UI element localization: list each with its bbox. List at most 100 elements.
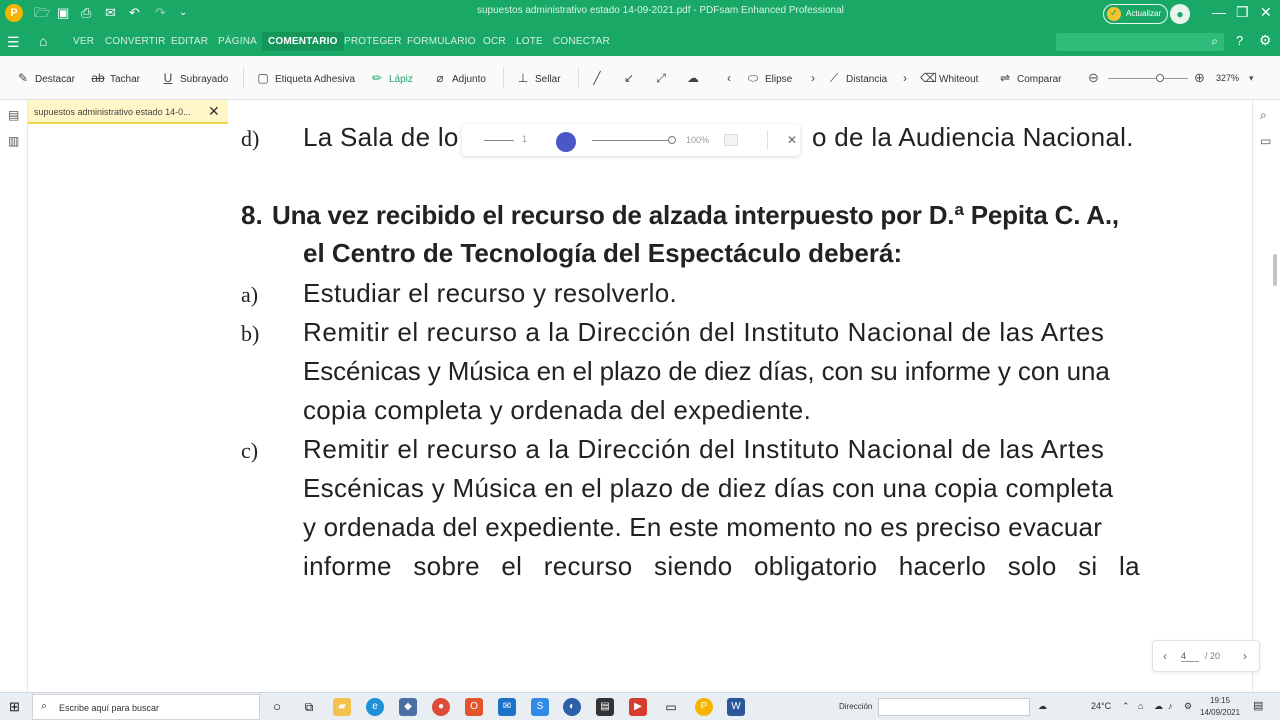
user-avatar-icon[interactable]: ● xyxy=(1170,4,1190,24)
screen-icon[interactable]: ▭ xyxy=(662,698,680,716)
stamp-tool[interactable]: ⊥ Sellar xyxy=(516,71,561,85)
office-icon[interactable]: O xyxy=(465,698,483,716)
cortana-icon[interactable]: ○ xyxy=(268,698,286,716)
address-input[interactable] xyxy=(878,698,1030,716)
menu-ocr[interactable]: OCR xyxy=(483,36,506,47)
temperature[interactable]: 24°C xyxy=(1091,701,1111,711)
document-tab[interactable]: supuestos administrativo estado 14-0... … xyxy=(28,100,228,124)
word-icon[interactable]: W xyxy=(727,698,745,716)
cloud-sync-icon[interactable]: ☁ xyxy=(1154,701,1163,712)
question-number: 8. xyxy=(241,200,263,230)
taskbar-clock[interactable]: 19:15 14/09/2021 xyxy=(1200,695,1240,719)
zoom-out-icon[interactable]: ⊖ xyxy=(1088,70,1099,86)
highlight-tool[interactable]: ✎ Destacar xyxy=(16,71,75,85)
line-tool[interactable]: ╱ xyxy=(590,71,609,85)
notification-icon[interactable]: ▤ xyxy=(1253,699,1263,712)
panel-toggle-icon[interactable]: ▤ xyxy=(8,108,19,122)
ellipse-icon: ⬭ xyxy=(747,71,759,85)
page-navigation: ‹ 4 / 20 › xyxy=(1152,640,1260,672)
pen-bar-divider xyxy=(767,130,768,150)
sticky-note-tool[interactable]: ▢ Etiqueta Adhesiva xyxy=(256,71,355,85)
print-icon[interactable]: ⎙ xyxy=(81,5,91,21)
help-icon[interactable]: ? xyxy=(1236,33,1243,48)
opacity-slider-track[interactable] xyxy=(592,140,672,141)
app-icon-2[interactable]: ◐ xyxy=(563,698,581,716)
whiteout-tool[interactable]: ⌫ Whiteout xyxy=(920,71,978,85)
edge-icon[interactable]: e xyxy=(366,698,384,716)
network-icon[interactable]: ⌂ xyxy=(1138,701,1143,711)
home-icon[interactable]: ⌂ xyxy=(39,33,47,49)
properties-panel-icon[interactable]: ▭ xyxy=(1260,134,1271,148)
menu-pagina[interactable]: PÁGINA xyxy=(218,36,257,47)
underline-tool[interactable]: U Subrayado xyxy=(161,71,229,85)
windows-start-icon[interactable]: ⊞ xyxy=(9,699,20,715)
menu-ver[interactable]: VER xyxy=(73,36,94,47)
taskbar-search-input[interactable]: ⌕ Escribe aquí para buscar xyxy=(32,694,260,720)
zoom-slider-handle[interactable] xyxy=(1156,74,1164,82)
distance-tool[interactable]: ⟋ Distancia xyxy=(827,71,887,86)
hamburger-menu-icon[interactable]: ☰ xyxy=(7,34,20,51)
app-icon[interactable]: ◆ xyxy=(399,698,417,716)
open-folder-icon[interactable]: 🗁 xyxy=(34,5,50,21)
menu-bar: ☰ ⌂ VER CONVERTIR EDITAR PÁGINA COMENTAR… xyxy=(0,28,1280,56)
minimize-icon[interactable]: — xyxy=(1212,4,1226,20)
shapes-prev-button[interactable]: ‹ xyxy=(722,71,741,85)
email-icon[interactable]: ✉ xyxy=(105,5,116,21)
settings-tray-icon[interactable]: ⚙ xyxy=(1184,701,1192,712)
double-arrow-tool[interactable]: ⤢ xyxy=(654,71,673,86)
ellipse-tool[interactable]: ⬭ Elipse xyxy=(746,71,792,86)
style-swatch[interactable] xyxy=(724,134,738,146)
compare-tool[interactable]: ⇌ Comparar xyxy=(998,71,1062,85)
menu-conectar[interactable]: CONECTAR xyxy=(553,36,610,47)
cloud-tool[interactable]: ☁ xyxy=(686,71,705,85)
weather-icon[interactable]: ☁ xyxy=(1038,701,1047,712)
current-page-input[interactable]: 4 xyxy=(1181,651,1199,662)
mail-icon[interactable]: ✉ xyxy=(498,698,516,716)
pdf-app-icon[interactable]: ▶ xyxy=(629,698,647,716)
zoom-slider-track[interactable] xyxy=(1108,78,1188,79)
shapes-next-button[interactable]: › xyxy=(806,71,825,85)
chrome-icon[interactable]: ● xyxy=(432,698,450,716)
measure-next-button[interactable]: › xyxy=(898,71,917,85)
save-icon[interactable]: ▣ xyxy=(57,5,69,21)
arrow-tool[interactable]: ↙ xyxy=(622,71,641,85)
task-view-icon[interactable]: ⧉ xyxy=(300,698,318,716)
file-explorer-icon[interactable]: ▰ xyxy=(333,698,351,716)
volume-icon[interactable]: ♪ xyxy=(1168,701,1173,711)
briefcase-icon[interactable]: ▤ xyxy=(596,698,614,716)
search-panel-icon[interactable]: ⌕ xyxy=(1260,108,1267,123)
bookmark-panel-icon[interactable]: ▥ xyxy=(8,134,19,148)
quick-access-dropdown-icon[interactable]: ⌄ xyxy=(179,5,187,21)
zoom-in-icon[interactable]: ⊕ xyxy=(1194,70,1205,86)
tray-chevron-icon[interactable]: ⌃ xyxy=(1122,701,1130,712)
strikethrough-tool[interactable]: ab Tachar xyxy=(91,71,140,85)
pencil-tool[interactable]: ✏ Lápiz xyxy=(370,71,413,85)
pdf-page[interactable]: d) La Sala de lo o de la Audiencia Nacio… xyxy=(230,118,1250,692)
menu-editar[interactable]: EDITAR xyxy=(171,36,208,47)
zoom-dropdown-icon[interactable]: ▾ xyxy=(1249,73,1254,84)
previous-page-icon[interactable]: ‹ xyxy=(1163,649,1167,663)
zoom-level[interactable]: 327% xyxy=(1216,73,1239,83)
next-page-icon[interactable]: › xyxy=(1243,649,1247,663)
search-input[interactable]: ⌕ xyxy=(1056,33,1224,51)
menu-proteger[interactable]: PROTEGER xyxy=(344,36,402,47)
close-icon[interactable]: ✕ xyxy=(1260,4,1272,21)
store-icon[interactable]: S xyxy=(531,698,549,716)
attachment-tool[interactable]: ⌀ Adjunto xyxy=(433,71,486,85)
menu-lote[interactable]: LOTE xyxy=(516,36,543,47)
update-button[interactable]: ✓ Actualizar xyxy=(1103,4,1169,24)
menu-comentario[interactable]: COMENTARIO xyxy=(262,32,344,51)
vertical-scrollbar[interactable] xyxy=(1273,254,1277,286)
close-pen-bar-icon[interactable]: ✕ xyxy=(787,133,797,147)
menu-formulario[interactable]: FORMULARIO xyxy=(407,36,476,47)
settings-gear-icon[interactable]: ⚙ xyxy=(1259,32,1272,49)
redo-icon[interactable]: ↷ xyxy=(155,5,166,21)
restore-icon[interactable]: ❐ xyxy=(1236,4,1249,21)
pdfsam-taskbar-icon[interactable]: P xyxy=(695,698,713,716)
pen-color-swatch[interactable] xyxy=(556,132,576,152)
undo-icon[interactable]: ↶ xyxy=(129,5,140,21)
opacity-slider-handle[interactable] xyxy=(668,136,676,144)
stroke-width-dropdown[interactable]: 1 xyxy=(522,134,527,144)
close-tab-icon[interactable]: ✕ xyxy=(208,103,220,120)
menu-convertir[interactable]: CONVERTIR xyxy=(105,36,166,47)
